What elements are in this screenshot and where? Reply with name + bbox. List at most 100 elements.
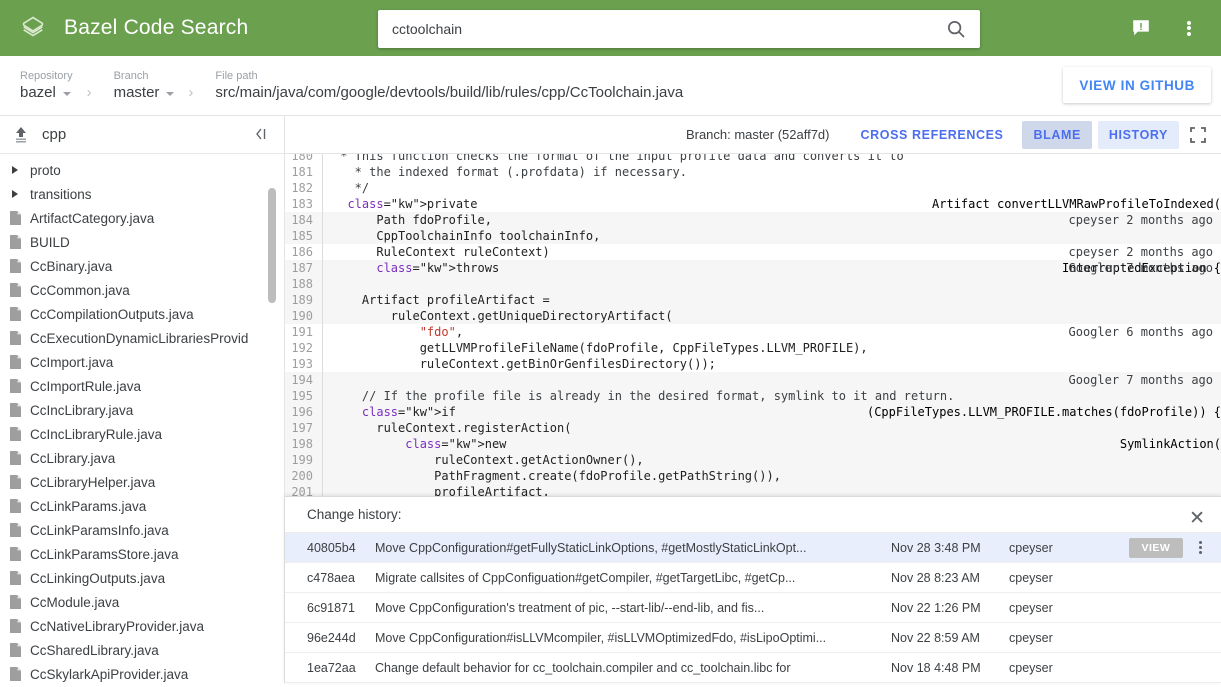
- tree-file-item[interactable]: CcCommon.java: [0, 278, 284, 302]
- tab-cross-references[interactable]: CROSS REFERENCES: [850, 121, 1015, 149]
- collapse-panel-icon[interactable]: [254, 127, 268, 144]
- arrow-up-icon[interactable]: [0, 126, 42, 144]
- file-icon: [0, 546, 30, 562]
- code-text: ruleContext.getActionOwner(),: [333, 453, 644, 467]
- commit-sha[interactable]: 6c91871: [285, 601, 375, 615]
- tree-file-item[interactable]: CcLinkParams.java: [0, 494, 284, 518]
- tree-file-item[interactable]: CcSkylarkApiProvider.java: [0, 662, 284, 683]
- code-line[interactable]: 183 class="kw">private Artifact convertL…: [285, 196, 1221, 212]
- blame-annotation[interactable]: cpeyser 2 months ago: [1069, 244, 1214, 260]
- commit-sha[interactable]: 40805b4: [285, 541, 375, 555]
- tree-file-item[interactable]: CcLinkParamsInfo.java: [0, 518, 284, 542]
- tree-item-label: CcIncLibraryRule.java: [30, 426, 163, 442]
- code-line[interactable]: 184 Path fdoProfile, cpeyser 2 months ago: [285, 212, 1221, 228]
- commit-sha[interactable]: 96e244d: [285, 631, 375, 645]
- feedback-icon[interactable]: [1117, 4, 1165, 52]
- code-line[interactable]: 187 class="kw">throws InterruptedExcepti…: [285, 260, 1221, 276]
- header-actions: [1117, 0, 1221, 56]
- tree-file-item[interactable]: CcLinkParamsStore.java: [0, 542, 284, 566]
- tree-file-item[interactable]: ArtifactCategory.java: [0, 206, 284, 230]
- tree-file-item[interactable]: CcNativeLibraryProvider.java: [0, 614, 284, 638]
- chevron-down-icon[interactable]: [62, 91, 71, 96]
- bazel-logo-icon: [18, 13, 48, 43]
- chevron-right-icon[interactable]: [0, 190, 30, 198]
- change-history-row[interactable]: 96e244d Move CppConfiguration#isLLVMcompi…: [285, 623, 1221, 653]
- change-history-list[interactable]: 40805b4 Move CppConfiguration#getFullySta…: [285, 533, 1221, 683]
- code-line[interactable]: 194 Googler 7 months ago: [285, 372, 1221, 388]
- code-line[interactable]: 185 CppToolchainInfo toolchainInfo,: [285, 228, 1221, 244]
- code-line[interactable]: 190 ruleContext.getUniqueDirectoryArtifa…: [285, 308, 1221, 324]
- code-line[interactable]: 199 ruleContext.getActionOwner(),: [285, 452, 1221, 468]
- tree-item-label: CcBinary.java: [30, 258, 113, 274]
- code-line[interactable]: 189 Artifact profileArtifact =: [285, 292, 1221, 308]
- file-list[interactable]: proto transitions ArtifactCategory.java BUI…: [0, 154, 284, 683]
- code-line[interactable]: 200 PathFragment.create(fdoProfile.getPa…: [285, 468, 1221, 484]
- view-in-github-button[interactable]: VIEW IN GITHUB: [1063, 67, 1211, 103]
- file-icon: [0, 618, 30, 634]
- blame-annotation[interactable]: Googler 7 months ago: [1069, 372, 1214, 388]
- tree-file-item[interactable]: CcIncLibrary.java: [0, 398, 284, 422]
- tree-file-item[interactable]: CcSharedLibrary.java: [0, 638, 284, 662]
- search-icon[interactable]: [932, 10, 980, 48]
- code-line[interactable]: 186 RuleContext ruleContext) cpeyser 2 mo…: [285, 244, 1221, 260]
- branch-text: master: [113, 83, 160, 101]
- code-line[interactable]: 180 * This function checks the format of…: [285, 154, 1221, 164]
- tree-file-item[interactable]: CcImport.java: [0, 350, 284, 374]
- commit-sha[interactable]: 1ea72aa: [285, 661, 375, 675]
- change-history-row[interactable]: 1ea72aa Change default behavior for cc_to…: [285, 653, 1221, 683]
- tree-file-item[interactable]: CcLinkingOutputs.java: [0, 566, 284, 590]
- code-line[interactable]: 181 * the indexed format (.profdata) if …: [285, 164, 1221, 180]
- tree-file-item[interactable]: CcModule.java: [0, 590, 284, 614]
- breadcrumb-repository[interactable]: Repository bazel: [20, 69, 73, 103]
- kebab-menu-icon[interactable]: [1189, 540, 1213, 555]
- kebab-menu-icon[interactable]: [1165, 4, 1213, 52]
- code-line[interactable]: 188: [285, 276, 1221, 292]
- chevron-down-icon[interactable]: [166, 91, 175, 96]
- tree-folder-item[interactable]: proto: [0, 158, 284, 182]
- change-history-row[interactable]: c478aea Migrate callsites of CppConfiguat…: [285, 563, 1221, 593]
- tab-blame[interactable]: BLAME: [1022, 120, 1092, 149]
- main-content: cpp proto transitions ArtifactCategory.jav…: [0, 116, 1221, 683]
- tree-file-item[interactable]: CcImportRule.java: [0, 374, 284, 398]
- commit-author: cpeyser: [1009, 600, 1053, 615]
- tree-file-item[interactable]: CcLibraryHelper.java: [0, 470, 284, 494]
- tree-file-item[interactable]: CcExecutionDynamicLibrariesProvid: [0, 326, 284, 350]
- tree-folder-item[interactable]: transitions: [0, 182, 284, 206]
- change-history-row[interactable]: 6c91871 Move CppConfiguration's treatment…: [285, 593, 1221, 623]
- repository-value[interactable]: bazel: [20, 83, 73, 103]
- change-history-title: Change history:: [307, 507, 402, 522]
- code-line[interactable]: 198 class="kw">new SymlinkAction(: [285, 436, 1221, 452]
- view-commit-button[interactable]: VIEW: [1129, 537, 1183, 558]
- code-line[interactable]: 182 */: [285, 180, 1221, 196]
- tree-file-item[interactable]: CcIncLibraryRule.java: [0, 422, 284, 446]
- fullscreen-icon[interactable]: [1189, 126, 1207, 144]
- chevron-right-icon[interactable]: [0, 166, 30, 174]
- blame-annotation[interactable]: Googler 7 months ago: [1069, 260, 1214, 276]
- file-icon: [0, 450, 30, 466]
- code-line[interactable]: 192 getLLVMProfileFileName(fdoProfile, C…: [285, 340, 1221, 356]
- code-text: Artifact profileArtifact =: [333, 293, 550, 307]
- close-icon[interactable]: ✕: [1189, 509, 1205, 528]
- code-text: class="kw">private: [347, 197, 478, 211]
- blame-annotation[interactable]: cpeyser 2 months ago: [1069, 212, 1214, 228]
- tree-file-item[interactable]: BUILD: [0, 230, 284, 254]
- sidebar-scrollbar[interactable]: [268, 154, 280, 683]
- commit-sha[interactable]: c478aea: [285, 571, 375, 585]
- tree-file-item[interactable]: CcBinary.java: [0, 254, 284, 278]
- code-line[interactable]: 193 ruleContext.getBinOrGenfilesDirector…: [285, 356, 1221, 372]
- code-toolbar: Branch: master (52aff7d) CROSS REFERENCE…: [285, 116, 1221, 154]
- tree-file-item[interactable]: CcLibrary.java: [0, 446, 284, 470]
- code-line[interactable]: 195 // If the profile file is already in…: [285, 388, 1221, 404]
- branch-value[interactable]: master: [114, 83, 175, 103]
- breadcrumb-branch[interactable]: Branch master: [114, 69, 175, 103]
- blame-annotation[interactable]: Googler 6 months ago: [1069, 324, 1214, 340]
- code-text: ruleContext.getBinOrGenfilesDirectory())…: [333, 357, 716, 371]
- tab-history[interactable]: HISTORY: [1097, 120, 1179, 149]
- code-line[interactable]: 191 "fdo", Googler 6 months ago: [285, 324, 1221, 340]
- code-line[interactable]: 197 ruleContext.registerAction(: [285, 420, 1221, 436]
- tree-file-item[interactable]: CcCompilationOutputs.java: [0, 302, 284, 326]
- change-history-row[interactable]: 40805b4 Move CppConfiguration#getFullySta…: [285, 533, 1221, 563]
- scrollbar-thumb[interactable]: [268, 188, 276, 303]
- code-line[interactable]: 196 class="kw">if (CppFileTypes.LLVM_PRO…: [285, 404, 1221, 420]
- search-input[interactable]: [378, 10, 932, 48]
